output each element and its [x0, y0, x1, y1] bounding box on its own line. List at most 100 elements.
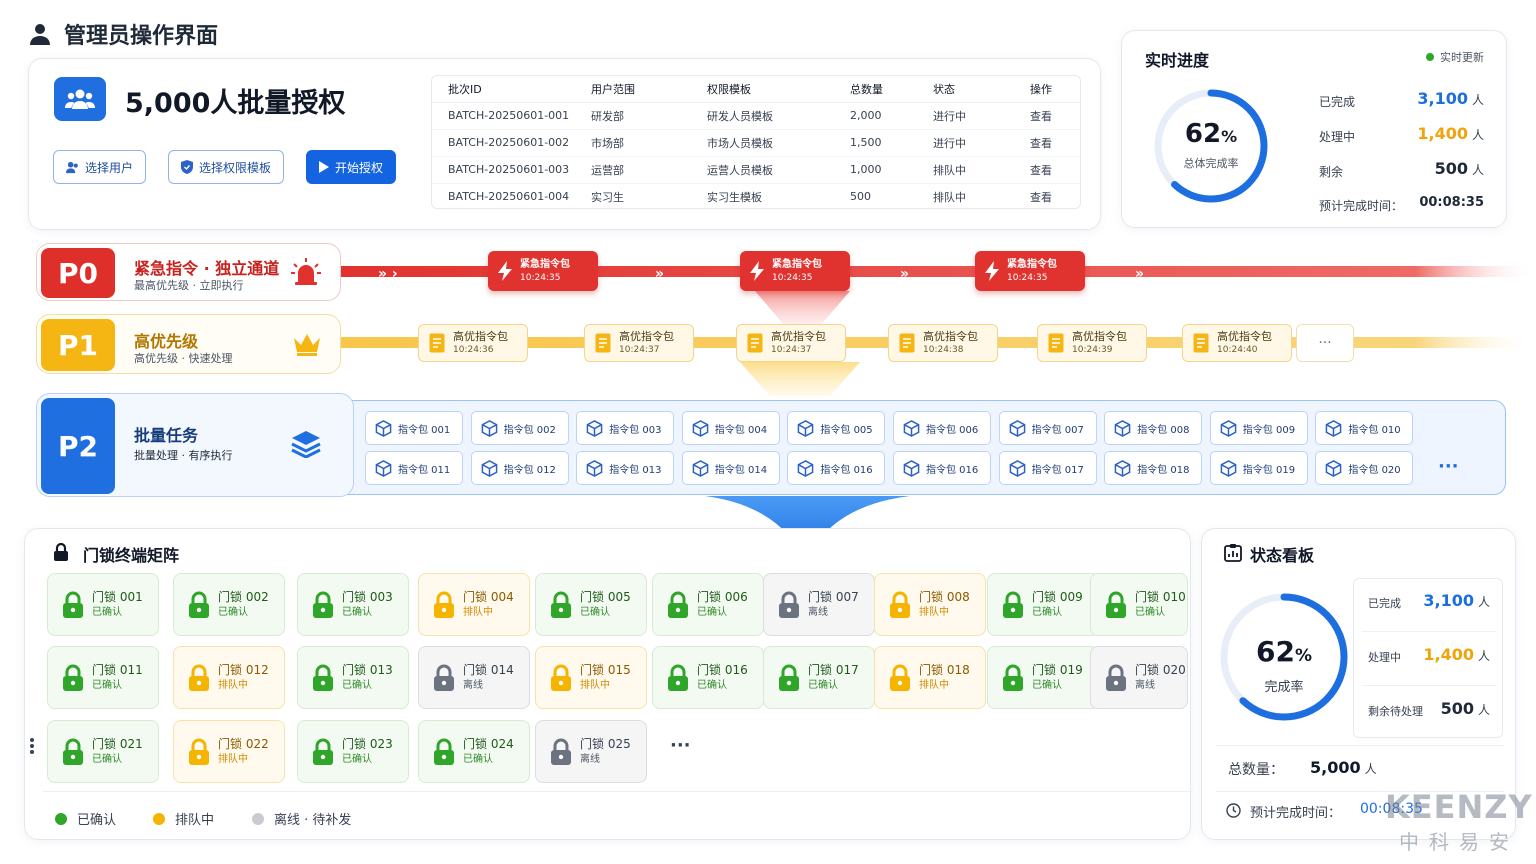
p1-packet[interactable]: 高优指令包 10:24:36	[418, 324, 528, 362]
select-users-button[interactable]: 选择用户	[53, 150, 147, 184]
p2-packet[interactable]: 指令包 011	[365, 451, 463, 485]
permission-template: 实习生模板	[691, 183, 834, 208]
door-lock-tile[interactable]: 门锁 017 已确认	[763, 646, 875, 709]
door-lock-tile[interactable]: 门锁 023 已确认	[297, 720, 409, 783]
p0-packet[interactable]: 紧急指令包 10:24:35	[975, 251, 1085, 291]
padlock-icon	[779, 591, 799, 618]
stat-processing-label: 处理中	[1368, 651, 1401, 664]
door-lock-tile[interactable]: 门锁 008 排队中	[874, 573, 986, 636]
padlock-icon	[189, 591, 209, 618]
p2-badge: P2	[41, 398, 115, 494]
door-lock-tile[interactable]: 门锁 009 已确认	[987, 573, 1099, 636]
p1-packet[interactable]: 高优指令包 10:24:39	[1037, 324, 1147, 362]
p1-packet[interactable]: 高优指令包 10:24:37	[736, 324, 846, 362]
p2-packet[interactable]: 指令包 008	[1104, 411, 1203, 445]
p1-packet[interactable]: 高优指令包 10:24:38	[888, 324, 998, 362]
p2-more-indicator[interactable]: ···	[1438, 456, 1459, 477]
view-link[interactable]: 查看	[1014, 102, 1080, 130]
p2-packet[interactable]: 指令包 004	[681, 411, 780, 445]
door-lock-tile[interactable]: 门锁 015 排队中	[535, 646, 647, 709]
p2-packet[interactable]: 指令包 009	[1209, 411, 1308, 445]
p2-packet[interactable]: 指令包 003	[576, 411, 675, 445]
p2-packet[interactable]: 指令包 007	[998, 411, 1097, 445]
lock-status: 已确认	[1135, 606, 1165, 618]
door-lock-tile[interactable]: 门锁 020 离线	[1090, 646, 1188, 709]
p2-packet[interactable]: 指令包 016	[787, 451, 886, 485]
door-lock-tile[interactable]: 门锁 019 已确认	[987, 646, 1099, 709]
lock-status: 离线	[580, 753, 600, 765]
door-lock-tile[interactable]: 门锁 024 已确认	[418, 720, 530, 783]
lock-name: 门锁 022	[218, 736, 269, 751]
view-link[interactable]: 查看	[1014, 129, 1080, 157]
door-lock-tile[interactable]: 门锁 013 已确认	[297, 646, 409, 709]
door-lock-tile[interactable]: 门锁 001 已确认	[47, 573, 159, 636]
start-authorization-button[interactable]: 开始授权	[306, 150, 397, 184]
lock-status: 离线	[808, 606, 828, 618]
packet-label: 指令包 002	[503, 424, 556, 436]
svg-text:» ›: » ›	[378, 266, 398, 282]
padlock-icon	[779, 664, 799, 691]
door-lock-tile[interactable]: 门锁 012 排队中	[173, 646, 285, 709]
p2-packet[interactable]: 指令包 002	[470, 411, 569, 445]
lock-more-indicator[interactable]: ···	[670, 735, 691, 756]
door-lock-tile[interactable]: 门锁 004 排队中	[418, 573, 530, 636]
lock-name: 门锁 012	[218, 662, 269, 677]
door-lock-tile[interactable]: 门锁 022 排队中	[173, 720, 285, 783]
p2-packet[interactable]: 指令包 001	[365, 411, 463, 445]
door-lock-tile[interactable]: 门锁 005 已确认	[535, 573, 647, 636]
p0-packet[interactable]: 紧急指令包 10:24:35	[740, 251, 850, 291]
p2-lane: P2 批量任务 批量处理 · 有序执行	[36, 393, 354, 497]
lock-status: 已确认	[1032, 606, 1062, 618]
p1-packet[interactable]: 高优指令包 10:24:37	[584, 324, 694, 362]
package-box-icon	[1009, 419, 1025, 437]
watermark-cn: 中科易安	[1399, 830, 1519, 854]
p1-packet[interactable]: 高优指令包 10:24:40	[1182, 324, 1292, 362]
document-icon	[429, 333, 445, 353]
p2-packet[interactable]: 指令包 005	[787, 411, 886, 445]
p2-packet[interactable]: 指令包 020	[1315, 451, 1414, 485]
door-lock-tile[interactable]: 门锁 010 已确认	[1090, 573, 1188, 636]
start-label: 开始授权	[335, 160, 384, 175]
green-dot-icon	[55, 812, 67, 825]
door-lock-tile[interactable]: 门锁 018 排队中	[874, 646, 986, 709]
p2-packet[interactable]: 指令包 018	[1104, 451, 1203, 485]
admin-user-icon	[30, 24, 50, 45]
p2-packet[interactable]: 指令包 013	[576, 451, 675, 485]
door-lock-tile[interactable]: 门锁 011 已确认	[47, 646, 159, 709]
view-link[interactable]: 查看	[1014, 183, 1080, 208]
eta-label: 预计完成时间：	[1250, 806, 1342, 821]
lock-name: 门锁 021	[92, 736, 143, 751]
batch-authorization-panel: 5,000人批量授权 选择用户 选择权限模板 开始授权 批次ID 用户范围 权限…	[28, 58, 1101, 230]
p0-packet[interactable]: 紧急指令包 10:24:35	[488, 251, 598, 291]
packet-label: 指令包 019	[1242, 464, 1296, 476]
eta-label: 预计完成时间：	[1319, 199, 1404, 213]
drag-handle-icon[interactable]	[30, 736, 36, 760]
p2-packet[interactable]: 指令包 017	[998, 451, 1097, 485]
lightning-icon	[985, 261, 999, 281]
lock-name: 门锁 016	[697, 662, 748, 677]
door-lock-tile[interactable]: 门锁 016 已确认	[652, 646, 764, 709]
door-lock-tile[interactable]: 门锁 007 离线	[763, 573, 875, 636]
p2-packet[interactable]: 指令包 019	[1209, 451, 1308, 485]
select-template-button[interactable]: 选择权限模板	[168, 150, 285, 184]
door-lock-tile[interactable]: 门锁 021 已确认	[47, 720, 159, 783]
lock-status: 已确认	[342, 679, 372, 691]
user-icon	[66, 161, 78, 173]
door-lock-tile[interactable]: 门锁 006 已确认	[652, 573, 764, 636]
total-count: 2,000	[834, 102, 917, 130]
door-lock-tile[interactable]: 门锁 003 已确认	[297, 573, 409, 636]
p2-packet[interactable]: 指令包 006	[893, 411, 991, 445]
p2-packet[interactable]: 指令包 010	[1315, 411, 1414, 445]
packet-label: 指令包 013	[609, 464, 662, 476]
p1-more-indicator[interactable]: ···	[1296, 324, 1354, 362]
door-lock-tile[interactable]: 门锁 025 离线	[535, 720, 647, 783]
total-value: 5,000 人	[1310, 758, 1377, 777]
door-lock-tile[interactable]: 门锁 002 已确认	[173, 573, 285, 636]
p2-packet[interactable]: 指令包 012	[470, 451, 569, 485]
door-lock-tile[interactable]: 门锁 014 离线	[418, 646, 530, 709]
total-count: 1,500	[834, 129, 917, 157]
view-link[interactable]: 查看	[1014, 156, 1080, 184]
package-box-icon	[375, 459, 392, 477]
p2-packet[interactable]: 指令包 014	[681, 451, 780, 485]
p2-packet[interactable]: 指令包 016	[893, 451, 991, 485]
